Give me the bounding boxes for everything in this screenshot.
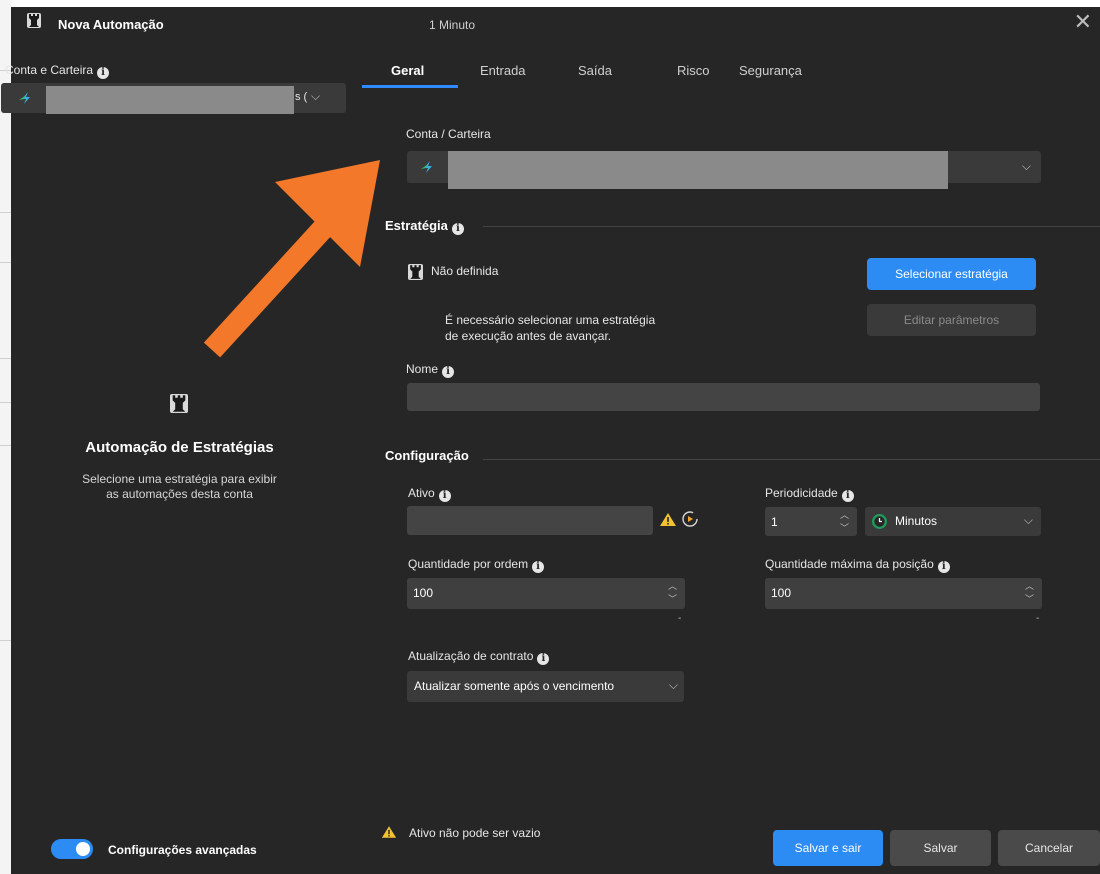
periodicity-unit-value: Minutos [895, 514, 938, 528]
strategy-status: Não definida [431, 264, 499, 278]
account-field-select[interactable]: ⌵ [407, 151, 1041, 189]
rook-icon [408, 264, 423, 280]
info-icon: i [97, 67, 110, 79]
close-icon[interactable]: ✕ [1074, 11, 1092, 33]
chevron-down-icon: ⌵ [668, 678, 678, 692]
stepper-arrows-icon[interactable]: ︿ ﹀ [1025, 580, 1034, 606]
info-icon: i [532, 561, 545, 573]
clock-icon [872, 514, 887, 529]
asset-label-text: Ativo [408, 486, 435, 500]
qty-max-value: 100 [771, 586, 792, 600]
tab-entrada[interactable]: Entrada [480, 63, 526, 78]
contract-update-value: Atualizar somente após o vencimento [414, 679, 615, 693]
name-input[interactable] [407, 383, 1040, 411]
contract-update-select[interactable]: Atualizar somente após o vencimento ⌵ [407, 671, 684, 702]
broker-logo-icon [421, 161, 432, 173]
name-label: Nome i [406, 362, 455, 378]
account-suffix: s ( [295, 91, 308, 103]
tab-risco[interactable]: Risco [677, 63, 710, 78]
qty-max-label: Quantidade máxima da posição i [765, 557, 950, 573]
window-title: Nova Automação [58, 17, 164, 32]
warning-icon [381, 826, 397, 838]
empty-state-title: Automação de Estratégias [85, 439, 274, 456]
qty-max-stepper[interactable]: 100 ︿ ﹀ [765, 578, 1042, 609]
save-button[interactable]: Salvar [890, 830, 991, 866]
empty-state-text-2: as automações desta conta [106, 487, 253, 501]
account-wallet-select[interactable]: s ( ⌵ [1, 83, 346, 114]
periodicity-caption: 1 Minuto [429, 18, 476, 32]
name-label-text: Nome [406, 362, 439, 376]
active-tab-indicator [362, 85, 458, 88]
info-icon: i [937, 561, 950, 573]
account-field-label: Conta / Carteira [406, 127, 491, 141]
section-divider [483, 459, 1100, 460]
save-and-exit-button[interactable]: Salvar e sair [773, 830, 883, 866]
tab-seguranca[interactable]: Segurança [739, 63, 802, 78]
edit-parameters-button[interactable]: Editar parâmetros [867, 304, 1036, 336]
qty-order-dash: - [678, 613, 682, 624]
chevron-down-icon: ⌵ [311, 89, 321, 103]
account-wallet-label: Conta e Carteira i [5, 63, 110, 79]
info-icon: i [451, 223, 464, 235]
chevron-down-icon: ⌵ [1021, 159, 1031, 173]
tab-geral[interactable]: Geral [391, 63, 424, 78]
tab-saida[interactable]: Saída [578, 63, 612, 78]
config-section-title: Configuração [385, 448, 469, 463]
advanced-settings-toggle[interactable] [51, 839, 93, 859]
contract-update-label-text: Atualização de contrato [408, 649, 534, 663]
rook-icon [27, 13, 41, 28]
qty-order-stepper[interactable]: 100 ︿ ﹀ [407, 578, 685, 609]
strategy-note-2: de execução antes de avançar. [445, 329, 612, 343]
info-icon: i [537, 653, 550, 665]
stepper-arrows-icon[interactable]: ︿ ﹀ [840, 509, 849, 535]
qty-max-dash: - [1036, 613, 1040, 624]
info-icon: i [438, 490, 451, 502]
validation-warning: Ativo não pode ser vazio [409, 826, 541, 840]
chevron-down-icon: ⌵ [1023, 513, 1033, 527]
periodicity-unit-select[interactable]: Minutos ⌵ [865, 507, 1041, 536]
broker-logo-icon [19, 92, 30, 104]
warning-icon [660, 513, 676, 526]
background-app-edge [0, 0, 11, 874]
advanced-settings-label: Configurações avançadas [108, 843, 257, 857]
periodicity-label-text: Periodicidade [765, 486, 838, 500]
section-divider [483, 226, 1100, 227]
empty-state-text-1: Selecione uma estratégia para exibir [82, 472, 277, 486]
stepper-arrows-icon[interactable]: ︿ ﹀ [668, 580, 677, 606]
qty-order-value: 100 [413, 586, 434, 600]
redacted-account [448, 151, 948, 189]
new-automation-dialog: Nova Automação 1 Minuto ✕ Conta e Cartei… [1, 7, 1100, 874]
info-icon: i [442, 366, 455, 378]
periodicity-value: 1 [771, 515, 778, 529]
account-wallet-label-text: Conta e Carteira [5, 63, 94, 77]
asset-input[interactable] [407, 506, 653, 535]
redacted-account [46, 86, 294, 114]
asset-label: Ativo i [408, 486, 451, 502]
refresh-icon[interactable] [681, 510, 699, 528]
qty-order-label: Quantidade por ordem i [408, 557, 545, 573]
info-icon: i [841, 490, 854, 502]
orange-arrow-icon [203, 160, 380, 358]
periodicity-stepper[interactable]: 1 ︿ ﹀ [765, 507, 857, 536]
periodicity-label: Periodicidade i [765, 486, 854, 502]
contract-update-label: Atualização de contrato i [408, 649, 550, 665]
select-strategy-button[interactable]: Selecionar estratégia [867, 258, 1036, 290]
cancel-button[interactable]: Cancelar [998, 830, 1100, 866]
qty-order-label-text: Quantidade por ordem [408, 557, 529, 571]
strategy-note-1: É necessário selecionar uma estratégia [445, 313, 656, 327]
qty-max-label-text: Quantidade máxima da posição [765, 557, 934, 571]
rook-icon [170, 394, 188, 413]
